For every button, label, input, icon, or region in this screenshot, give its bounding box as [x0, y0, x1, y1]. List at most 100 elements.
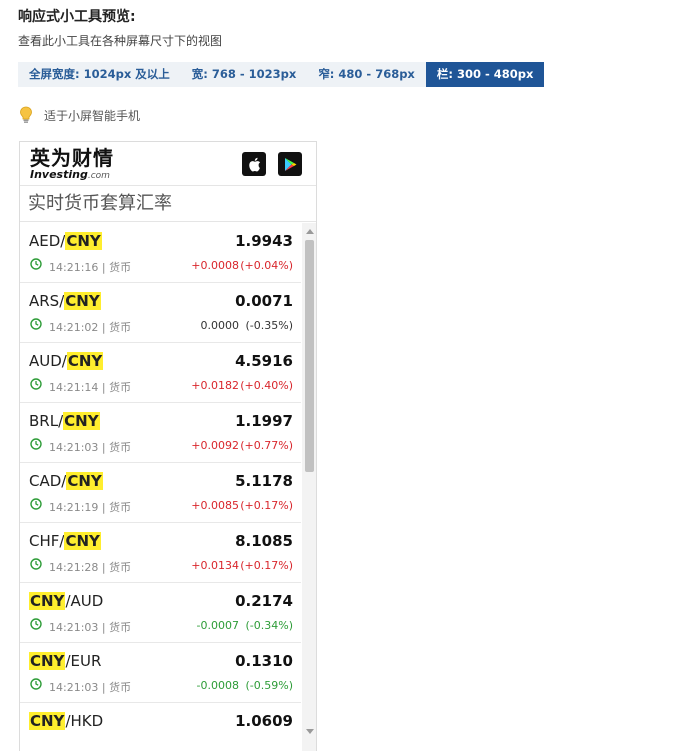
currency-pair[interactable]: CHF/CNY [29, 532, 101, 550]
update-time: 14:21:16 | 货币 [49, 261, 132, 274]
update-time: 14:21:02 | 货币 [49, 321, 132, 334]
rate-change: -0.0007 [196, 619, 239, 632]
rate-change: 0.0000 [200, 319, 240, 332]
rate-price: 4.5916 [235, 352, 293, 370]
tab-column[interactable]: 栏: 300 - 480px [425, 62, 545, 87]
base-currency: AED [29, 232, 61, 250]
rate-change-percent: (+0.77%) [240, 439, 293, 452]
tab-full-width[interactable]: 全屏宽度: 1024px 及以上 [18, 62, 181, 87]
rate-row[interactable]: CNY/HKD 1.0609 [20, 703, 301, 751]
update-time: 14:21:03 | 货币 [49, 681, 132, 694]
size-tabs: 全屏宽度: 1024px 及以上 宽: 768 - 1023px 窄: 480 … [18, 62, 545, 87]
currency-pair[interactable]: CNY/EUR [29, 652, 101, 670]
currency-pair[interactable]: BRL/CNY [29, 412, 100, 430]
clock-icon [30, 318, 42, 330]
rate-row[interactable]: CNY/EUR 0.1310 14:21:03 | 货币 -0.0008 (-0.59%… [20, 643, 301, 703]
rate-price: 1.9943 [235, 232, 293, 250]
rate-list: AED/CNY 1.9943 14:21:16 | 货币 +0.0008 (+0.04%… [20, 223, 301, 751]
page-title: 响应式小工具预览: [18, 9, 136, 25]
scroll-down-arrow[interactable] [306, 729, 314, 734]
rate-row[interactable]: CAD/CNY 5.1178 14:21:19 | 货币 +0.0085 (+0.17%… [20, 463, 301, 523]
currency-pair[interactable]: CAD/CNY [29, 472, 103, 490]
update-time: 14:21:28 | 货币 [49, 561, 132, 574]
quote-currency: CNY [66, 352, 104, 370]
apple-store-button[interactable] [242, 152, 266, 176]
clock-icon [30, 678, 42, 690]
base-currency: CNY [29, 592, 66, 610]
logo-english: Investing [30, 168, 88, 181]
rate-change-percent: (-0.34%) [245, 619, 294, 632]
rate-change: +0.0092 [191, 439, 239, 452]
base-currency: CNY [29, 652, 66, 670]
rate-change: +0.0182 [191, 379, 239, 392]
quote-currency: CNY [64, 532, 101, 550]
rate-row[interactable]: CHF/CNY 8.1085 14:21:28 | 货币 +0.0134 (+0.17%… [20, 523, 301, 583]
scroll-up-arrow[interactable] [306, 229, 314, 234]
quote-currency: CNY [64, 292, 101, 310]
rate-change-percent: (+0.04%) [240, 259, 293, 272]
quote-currency: CNY [63, 412, 100, 430]
rate-price: 0.2174 [235, 592, 293, 610]
base-currency: CAD [29, 472, 62, 490]
base-currency: BRL [29, 412, 59, 430]
rate-change-percent: (+0.17%) [240, 559, 293, 572]
tip-text: 适于小屏智能手机 [44, 108, 141, 123]
rate-price: 8.1085 [235, 532, 293, 550]
quote-currency: CNY [65, 232, 102, 250]
rate-change-percent: (-0.59%) [245, 679, 294, 692]
lightbulb-icon [20, 106, 32, 123]
clock-icon [30, 258, 42, 270]
widget-heading: 实时货币套算汇率 [20, 186, 316, 222]
rate-row[interactable]: AED/CNY 1.9943 14:21:16 | 货币 +0.0008 (+0.04%… [20, 223, 301, 283]
google-play-button[interactable] [278, 152, 302, 176]
logo-domain: .com [87, 171, 110, 181]
google-play-icon [284, 157, 296, 171]
widget-header: 英为财情 Investing.com [20, 142, 316, 186]
currency-pair[interactable]: ARS/CNY [29, 292, 101, 310]
currency-pair[interactable]: CNY/HKD [29, 712, 103, 730]
rate-change: +0.0134 [191, 559, 239, 572]
quote-currency: AUD [70, 592, 104, 610]
currency-pair[interactable]: AUD/CNY [29, 352, 104, 370]
tab-wide[interactable]: 宽: 768 - 1023px [181, 62, 308, 87]
rate-change-percent: (+0.17%) [240, 499, 293, 512]
update-time: 14:21:14 | 货币 [49, 381, 132, 394]
clock-icon [30, 558, 42, 570]
rate-price: 0.0071 [235, 292, 293, 310]
base-currency: CNY [29, 712, 66, 730]
clock-icon [30, 498, 42, 510]
clock-icon [30, 378, 42, 390]
clock-icon [30, 438, 42, 450]
rate-change-percent: (+0.40%) [240, 379, 293, 392]
investing-logo[interactable]: 英为财情 Investing.com [30, 147, 114, 182]
rate-row[interactable]: ARS/CNY 0.0071 14:21:02 | 货币 0.0000 (-0.35%) [20, 283, 301, 343]
currency-pair[interactable]: AED/CNY [29, 232, 102, 250]
base-currency: AUD [29, 352, 62, 370]
scroll-thumb[interactable] [305, 240, 314, 472]
update-time: 14:21:03 | 货币 [49, 441, 132, 454]
tab-narrow[interactable]: 窄: 480 - 768px [307, 62, 426, 87]
rate-price: 1.1997 [235, 412, 293, 430]
base-currency: ARS [29, 292, 60, 310]
rate-row[interactable]: CNY/AUD 0.2174 14:21:03 | 货币 -0.0007 (-0.34%… [20, 583, 301, 643]
currency-pair[interactable]: CNY/AUD [29, 592, 103, 610]
rate-change: -0.0008 [196, 679, 239, 692]
tip: 适于小屏智能手机 [18, 106, 140, 124]
apple-icon [248, 157, 260, 171]
rate-change: +0.0085 [191, 499, 239, 512]
rate-row[interactable]: BRL/CNY 1.1997 14:21:03 | 货币 +0.0092 (+0.77%… [20, 403, 301, 463]
clock-icon [30, 618, 42, 630]
rate-row[interactable]: AUD/CNY 4.5916 14:21:14 | 货币 +0.0182 (+0.40%… [20, 343, 301, 403]
base-currency: CHF [29, 532, 60, 550]
page-subtitle: 查看此小工具在各种屏幕尺寸下的视图 [18, 34, 223, 48]
scrollbar[interactable] [302, 223, 316, 751]
update-time: 14:21:03 | 货币 [49, 621, 132, 634]
rate-change-percent: (-0.35%) [245, 319, 294, 332]
rate-price: 1.0609 [235, 712, 293, 730]
quote-currency: CNY [66, 472, 103, 490]
quote-currency: EUR [70, 652, 102, 670]
logo-chinese: 英为财情 [30, 146, 114, 170]
rate-price: 5.1178 [235, 472, 293, 490]
update-time: 14:21:19 | 货币 [49, 501, 132, 514]
rate-price: 0.1310 [235, 652, 293, 670]
